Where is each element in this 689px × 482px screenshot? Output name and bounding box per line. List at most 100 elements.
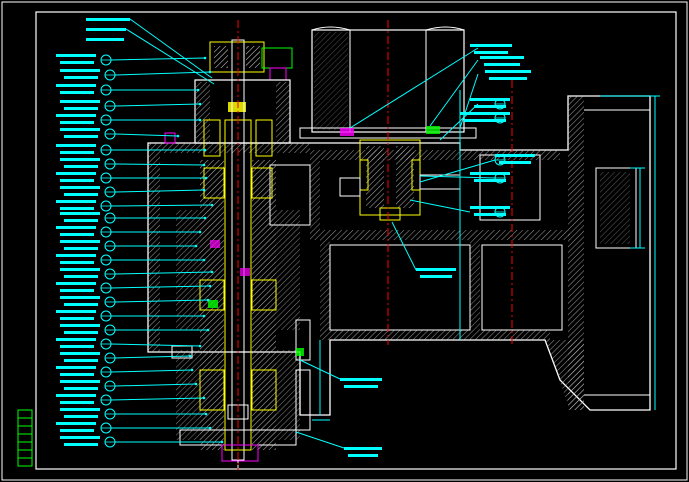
leader-dot bbox=[202, 396, 206, 400]
label-bar bbox=[474, 213, 506, 216]
leader-dot bbox=[210, 203, 214, 207]
leader-dot bbox=[204, 412, 208, 416]
label-bar bbox=[474, 105, 506, 108]
label-bar bbox=[420, 275, 452, 278]
label-bar bbox=[60, 158, 100, 161]
label-bar bbox=[60, 151, 94, 154]
label-bar bbox=[60, 121, 94, 124]
leader-dot bbox=[176, 134, 180, 138]
cad-drawing-canvas bbox=[0, 0, 689, 482]
leader-line bbox=[129, 18, 213, 79]
leader-line bbox=[110, 57, 206, 61]
leader-dot bbox=[196, 88, 200, 92]
title-block-strip bbox=[17, 409, 33, 467]
label-bar bbox=[480, 56, 524, 59]
label-bar bbox=[56, 54, 96, 57]
leader-dot bbox=[202, 314, 206, 318]
label-bar bbox=[60, 69, 100, 72]
label-bar bbox=[60, 268, 100, 271]
leader-dot bbox=[220, 440, 224, 444]
label-bar bbox=[56, 226, 96, 229]
label-bar bbox=[56, 422, 96, 425]
leader-dot bbox=[198, 102, 202, 106]
label-bar bbox=[64, 219, 98, 222]
leader-line bbox=[429, 59, 479, 127]
leader-dot bbox=[203, 148, 207, 152]
label-bar bbox=[64, 247, 98, 250]
label-bar bbox=[344, 447, 382, 450]
label-bar bbox=[60, 233, 94, 236]
label-bar bbox=[60, 296, 100, 299]
label-bar bbox=[60, 401, 94, 404]
label-bar bbox=[56, 200, 96, 203]
leader-line bbox=[125, 28, 215, 85]
label-bar bbox=[60, 100, 100, 103]
leader-dot bbox=[204, 176, 208, 180]
leader-dot bbox=[202, 188, 206, 192]
leader-dot bbox=[198, 118, 202, 122]
label-bar bbox=[60, 429, 94, 432]
label-bar bbox=[64, 303, 98, 306]
label-bar bbox=[56, 394, 96, 397]
label-bar bbox=[56, 338, 96, 341]
label-bar bbox=[485, 70, 531, 73]
leader-line bbox=[295, 431, 345, 449]
label-bar bbox=[60, 324, 100, 327]
label-bar bbox=[86, 38, 124, 41]
label-bar bbox=[348, 454, 378, 457]
label-bar bbox=[60, 373, 94, 376]
leader-line bbox=[409, 199, 471, 213]
label-bar bbox=[60, 436, 100, 439]
label-bar bbox=[86, 18, 130, 21]
label-bar bbox=[64, 193, 98, 196]
label-bar bbox=[60, 345, 94, 348]
label-bar bbox=[56, 310, 96, 313]
label-bar bbox=[60, 352, 100, 355]
label-bar bbox=[60, 212, 100, 215]
label-bar bbox=[56, 282, 96, 285]
label-bar bbox=[60, 91, 94, 94]
leader-line bbox=[419, 159, 496, 183]
label-bar bbox=[60, 179, 94, 182]
label-bar bbox=[474, 179, 506, 182]
label-bar bbox=[489, 77, 527, 80]
leader-dot bbox=[206, 328, 210, 332]
label-bar bbox=[64, 387, 98, 390]
leader-dot bbox=[203, 216, 207, 220]
leader-dot bbox=[210, 270, 214, 274]
label-bar bbox=[64, 107, 98, 110]
leader-dot bbox=[203, 56, 207, 60]
label-bar bbox=[416, 268, 456, 271]
label-bar bbox=[60, 240, 100, 243]
leader-dot bbox=[202, 258, 206, 262]
leader-line bbox=[114, 103, 201, 107]
leader-dot bbox=[208, 70, 212, 74]
label-bar bbox=[56, 144, 96, 147]
label-bar bbox=[64, 165, 98, 168]
leader-line bbox=[114, 163, 205, 166]
leader-dot bbox=[208, 284, 212, 288]
label-bar bbox=[64, 331, 98, 334]
label-bar bbox=[56, 254, 96, 257]
label-bar bbox=[56, 114, 96, 117]
label-bar bbox=[64, 415, 98, 418]
label-bar bbox=[60, 61, 94, 64]
label-bar bbox=[56, 172, 96, 175]
leader-dot bbox=[188, 354, 192, 358]
leader-line bbox=[349, 47, 479, 129]
label-bar bbox=[60, 289, 94, 292]
leader-dot bbox=[198, 230, 202, 234]
leader-line bbox=[419, 175, 496, 179]
leader-dot bbox=[190, 368, 194, 372]
label-bar bbox=[340, 378, 382, 381]
label-bar bbox=[56, 366, 96, 369]
label-bar bbox=[60, 207, 94, 210]
label-bar bbox=[470, 44, 512, 47]
label-bar bbox=[64, 359, 98, 362]
leader-dot bbox=[208, 426, 212, 430]
label-bar bbox=[64, 275, 98, 278]
leader-dot bbox=[202, 163, 206, 167]
label-bar bbox=[60, 128, 100, 131]
label-bar bbox=[86, 28, 126, 31]
label-bar bbox=[344, 385, 378, 388]
